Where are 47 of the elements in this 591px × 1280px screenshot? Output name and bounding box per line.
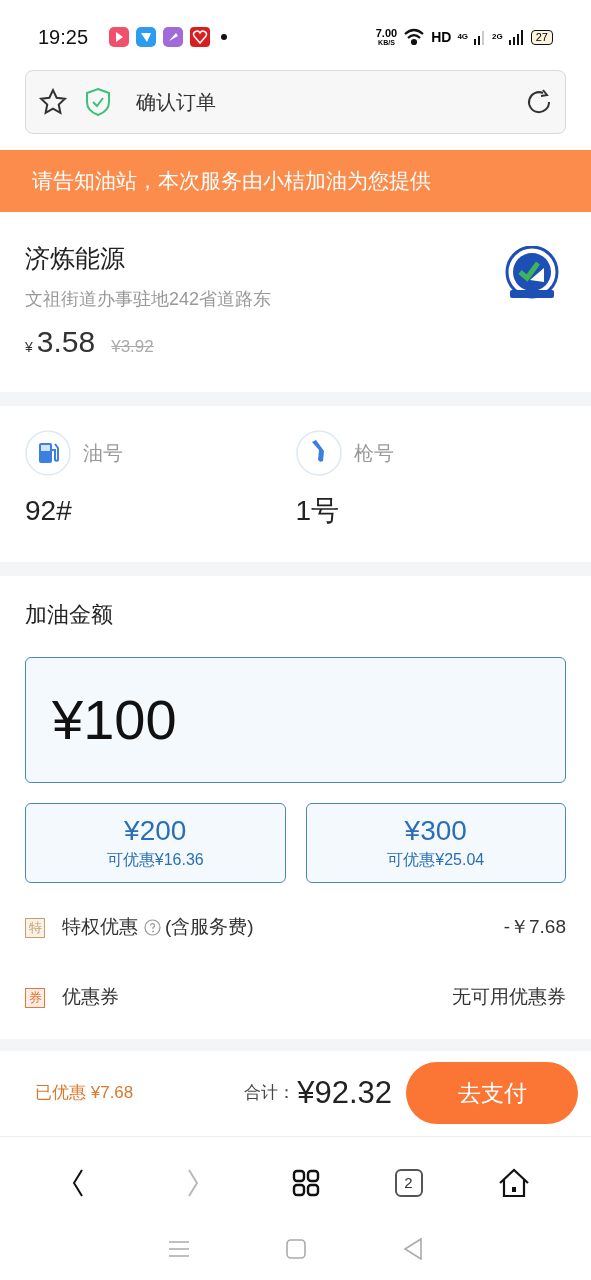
discount-note: (含服务费) xyxy=(165,915,254,940)
app-notification-icon xyxy=(163,27,184,47)
station-address: 文祖街道办事驻地242省道路东 xyxy=(25,287,273,311)
discount-badge: 特 xyxy=(25,917,45,938)
total-label: 合计： xyxy=(244,1082,296,1105)
dot-icon xyxy=(221,34,228,40)
app-notification-icon xyxy=(136,27,157,47)
app-notification-icon xyxy=(109,27,130,47)
field-label: 油号 xyxy=(83,440,123,466)
battery-indicator: 27 xyxy=(530,29,553,45)
field-value: 92# xyxy=(25,493,73,528)
signal-icon xyxy=(474,29,487,45)
network-speed: 7.00 xyxy=(375,28,398,39)
current-price: 3.58 xyxy=(36,323,96,360)
station-name: 济炼能源 xyxy=(25,243,126,274)
currency-sign: ¥ xyxy=(25,337,33,357)
app-notification-icon xyxy=(190,27,211,47)
fuel-pump-icon xyxy=(25,429,71,476)
discount-badge: 券 xyxy=(25,987,45,1008)
tabs-button[interactable]: 2 xyxy=(394,1168,423,1197)
total-amount: ¥92.32 xyxy=(297,1073,392,1112)
sim-label: 2G xyxy=(492,30,503,43)
clock: 19:25 xyxy=(38,25,89,50)
page-title: 确认订单 xyxy=(136,90,216,115)
field-label: 枪号 xyxy=(353,440,394,466)
sim-label: 4G xyxy=(457,30,469,43)
discount-value: 无可用优惠券 xyxy=(452,985,566,1010)
help-icon[interactable] xyxy=(144,919,161,936)
saved-amount: 已优惠 ¥7.68 xyxy=(35,1082,134,1105)
discount-label: 特权优惠 xyxy=(62,915,138,940)
signal-icon xyxy=(508,29,525,45)
section-title: 加油金额 xyxy=(25,600,114,629)
amount-option[interactable]: ¥200 可优惠¥16.36 xyxy=(25,802,286,883)
amount-input[interactable]: ¥100 xyxy=(25,656,566,783)
star-icon[interactable] xyxy=(38,87,68,117)
shield-icon xyxy=(84,87,112,117)
notice-banner: 请告知油站，本次服务由小桔加油为您提供 xyxy=(0,150,591,212)
fuel-nozzle-icon xyxy=(295,429,342,476)
reload-icon[interactable] xyxy=(525,88,553,116)
hd-label: HD xyxy=(431,27,452,47)
discount-label: 优惠券 xyxy=(62,985,119,1010)
amount-option[interactable]: ¥300 可优惠¥25.04 xyxy=(305,802,566,883)
original-price: ¥3.92 xyxy=(111,335,154,358)
wifi-icon xyxy=(403,28,426,46)
address-bar[interactable]: 确认订单 xyxy=(25,70,566,134)
discount-value: -￥7.68 xyxy=(503,915,566,940)
field-value: 1号 xyxy=(295,493,341,528)
